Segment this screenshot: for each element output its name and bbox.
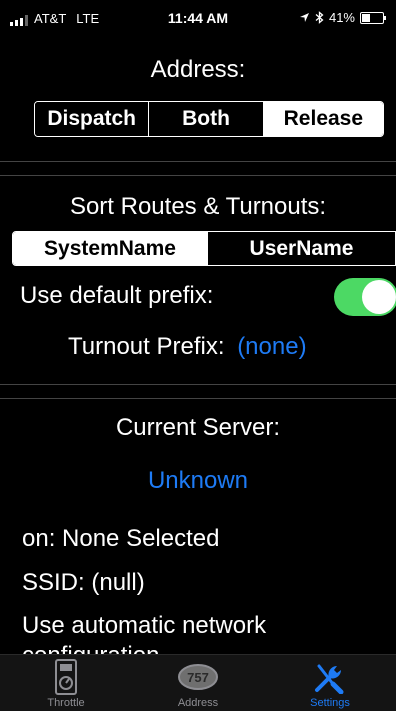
sort-title: Sort Routes & Turnouts:	[69, 193, 327, 220]
throttle-icon	[55, 657, 77, 697]
segment-systemname[interactable]: SystemName	[13, 232, 208, 265]
segment-release[interactable]: Release	[263, 102, 383, 136]
address-segmented-control[interactable]: Dispatch Both Release	[34, 101, 384, 137]
address-badge-text: 757	[187, 670, 209, 685]
current-server-title: Current Server:	[115, 414, 281, 441]
bluetooth-icon	[315, 11, 324, 24]
battery-icon	[360, 11, 386, 24]
tab-bar: Throttle 757 Address Settings	[0, 654, 396, 711]
toggle-knob	[362, 280, 396, 314]
divider	[0, 384, 396, 385]
status-bar: AT&T LTE 11:44 AM 41%	[0, 0, 396, 36]
segment-dispatch[interactable]: Dispatch	[35, 102, 150, 136]
tab-settings-label: Settings	[310, 697, 350, 709]
use-default-prefix-label: Use default prefix:	[20, 282, 214, 309]
use-default-prefix-toggle[interactable]	[334, 278, 396, 316]
address-title: Address:	[150, 56, 246, 83]
status-right: 41%	[299, 10, 386, 25]
ssid-line: SSID: (null)	[22, 569, 145, 596]
turnout-prefix-label: Turnout Prefix:	[68, 333, 225, 360]
address-icon: 757	[178, 657, 218, 697]
divider	[0, 161, 396, 162]
server-name[interactable]: Unknown	[0, 467, 396, 495]
segment-username[interactable]: UserName	[207, 232, 395, 265]
auto-network-line: Use automatic network	[22, 612, 267, 639]
sort-segmented-control[interactable]: SystemName UserName	[12, 231, 396, 266]
tab-address-label: Address	[177, 697, 219, 709]
wrench-screwdriver-icon	[313, 657, 347, 697]
tab-throttle[interactable]: Throttle	[0, 655, 132, 711]
segment-both[interactable]: Both	[149, 102, 264, 136]
location-arrow-icon	[299, 13, 309, 22]
battery-percent: 41%	[328, 10, 355, 25]
tab-throttle-label: Throttle	[47, 697, 85, 709]
turnout-prefix-value[interactable]: (none)	[237, 333, 306, 360]
tab-address[interactable]: 757 Address	[132, 655, 264, 711]
battery-fill	[362, 13, 371, 22]
tab-settings[interactable]: Settings	[264, 655, 396, 711]
server-on-line: on: None Selected	[22, 525, 220, 552]
turnout-prefix-row: Turnout Prefix: (none)	[68, 333, 307, 361]
divider	[0, 175, 396, 176]
divider	[0, 398, 396, 399]
